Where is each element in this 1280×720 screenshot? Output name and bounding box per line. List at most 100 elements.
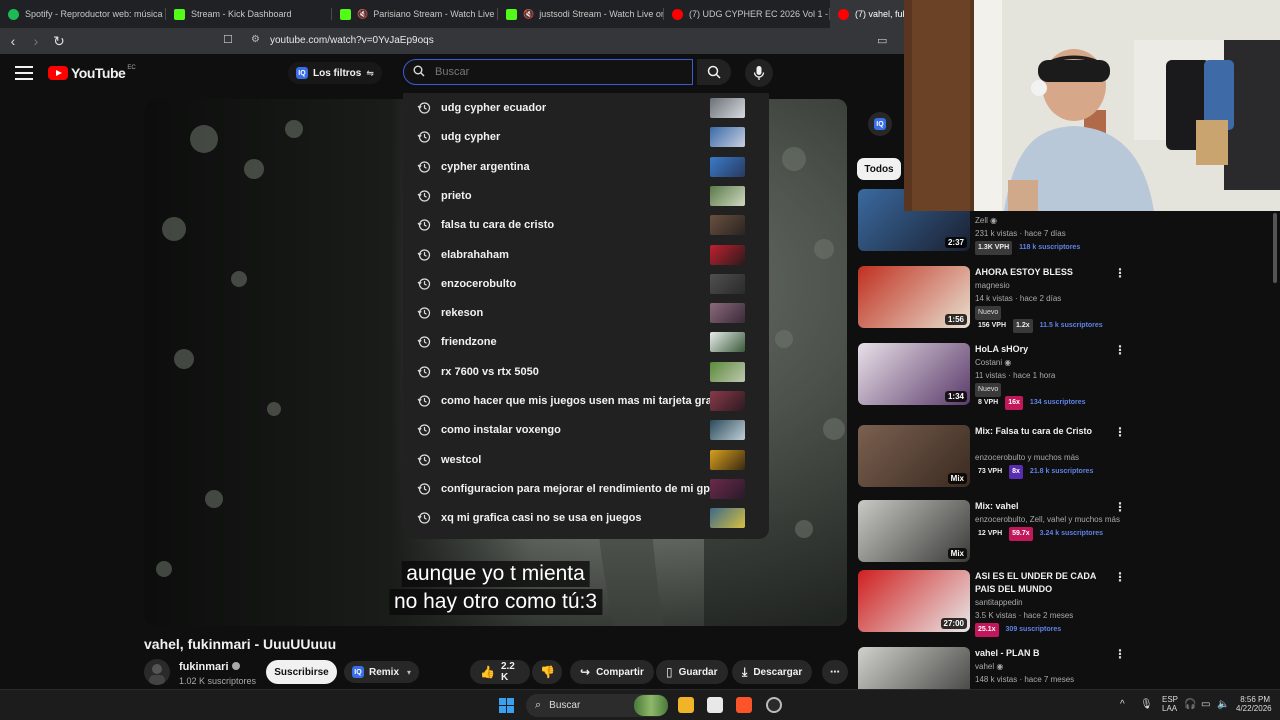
suggestion-item[interactable]: cypher argentina bbox=[403, 153, 769, 182]
suggestion-item[interactable]: udg cypher bbox=[403, 123, 769, 152]
history-icon bbox=[417, 278, 431, 290]
headset-icon[interactable]: 🎧 bbox=[1184, 699, 1196, 710]
recommendation-title[interactable]: ASI ES EL UNDER DE CADA PAIS DEL MUNDO bbox=[975, 570, 1110, 596]
suggestion-item[interactable]: configuracion para mejorar el rendimient… bbox=[403, 475, 769, 504]
recommendation-new: Nuevo bbox=[975, 306, 1002, 320]
recommendation-new: Nuevo bbox=[975, 383, 1002, 397]
duration-badge: Mix bbox=[947, 473, 967, 484]
suggestion-item[interactable]: udg cypher ecuador bbox=[403, 94, 769, 123]
more-options-icon[interactable]: ⋮ bbox=[1114, 266, 1126, 280]
suggestion-item[interactable]: xq mi grafica casi no se usa en juegos bbox=[403, 504, 769, 533]
steam-icon[interactable] bbox=[766, 697, 782, 713]
chevron-up-icon[interactable]: ^ bbox=[1120, 699, 1125, 710]
microphone-icon bbox=[753, 66, 765, 80]
webcam-image bbox=[904, 0, 1280, 211]
browser-tab[interactable]: 🔇 justsodi Stream - Watch Live on bbox=[498, 0, 664, 28]
file-explorer-icon[interactable] bbox=[678, 697, 694, 713]
more-actions-button[interactable]: ⋯ bbox=[822, 660, 848, 684]
bookmark-icon[interactable]: ☐ bbox=[223, 33, 233, 46]
recommendation-thumbnail[interactable]: 1:56 bbox=[858, 266, 970, 328]
tab-muted-icon[interactable]: 🔇 bbox=[357, 9, 368, 20]
reload-button[interactable]: ↻ bbox=[49, 31, 69, 51]
save-button[interactable]: ▯ Guardar bbox=[656, 660, 728, 684]
search-box[interactable] bbox=[403, 59, 693, 85]
browser-tab[interactable]: Spotify - Reproductor web: música p bbox=[0, 0, 166, 28]
suggestion-item[interactable]: enzocerobulto bbox=[403, 270, 769, 299]
browser-tab[interactable]: Stream - Kick Dashboard bbox=[166, 0, 332, 28]
more-options-icon[interactable]: ⋮ bbox=[1114, 500, 1126, 514]
store-icon[interactable] bbox=[707, 697, 723, 713]
more-options-icon[interactable]: ⋮ bbox=[1114, 570, 1126, 584]
network-icon[interactable]: ▭ bbox=[1201, 699, 1210, 710]
windows-start-icon[interactable] bbox=[499, 698, 514, 713]
subscriber-badge: 134 suscriptores bbox=[1029, 399, 1086, 406]
recommendation-thumbnail[interactable]: 1:34 bbox=[858, 343, 970, 405]
iq-extension-button[interactable]: IQ bbox=[868, 112, 892, 136]
forward-button[interactable]: › bbox=[26, 31, 46, 51]
search-button[interactable] bbox=[697, 59, 731, 85]
youtube-logo[interactable]: YouTube EC bbox=[48, 65, 136, 81]
tab-favicon-icon bbox=[506, 8, 517, 20]
suggestion-item[interactable]: rekeson bbox=[403, 299, 769, 328]
more-options-icon[interactable]: ⋮ bbox=[1114, 647, 1126, 661]
suggestion-text: xq mi grafica casi no se usa en juegos bbox=[441, 512, 642, 525]
suggestion-item[interactable]: como instalar voxengo bbox=[403, 416, 769, 445]
channel-avatar[interactable] bbox=[144, 659, 170, 685]
clock[interactable]: 8:56 PM 4/22/2026 bbox=[1236, 695, 1272, 713]
like-button[interactable]: 👍 2.2 K bbox=[470, 660, 530, 684]
dislike-button[interactable]: 👎 bbox=[532, 660, 562, 684]
recommendation-title[interactable]: vahel - PLAN B bbox=[975, 647, 1110, 660]
recommendation-thumbnail[interactable]: 27:00 bbox=[858, 570, 970, 632]
browser-tab[interactable]: (7) UDG CYPHER EC 2026 Vol 1 - You bbox=[664, 0, 830, 28]
recommendation-title[interactable]: AHORA ESTOY BLESS bbox=[975, 266, 1110, 279]
voice-search-button[interactable] bbox=[745, 59, 773, 87]
back-button[interactable]: ‹ bbox=[3, 31, 23, 51]
history-icon bbox=[417, 424, 431, 436]
suggestion-item[interactable]: elabrahaham bbox=[403, 241, 769, 270]
filters-button[interactable]: IQ Los filtros ⇋ bbox=[288, 62, 382, 84]
channel-name-text: enzocerobulto y muchos más bbox=[975, 453, 1080, 462]
more-options-icon[interactable]: ⋮ bbox=[1114, 425, 1126, 439]
iq-extension-icon: IQ bbox=[874, 118, 886, 130]
browser-tab[interactable]: 🔇 Parisiano Stream - Watch Live on bbox=[332, 0, 498, 28]
menu-icon[interactable] bbox=[15, 66, 33, 80]
recommendation-thumbnail[interactable]: Mix bbox=[858, 425, 970, 487]
search-input[interactable] bbox=[435, 66, 692, 78]
suggestion-item[interactable]: rx 7600 vs rtx 5050 bbox=[403, 358, 769, 387]
page-scrollbar[interactable] bbox=[1270, 211, 1280, 689]
suggestion-thumbnail bbox=[710, 508, 745, 529]
suggestion-item[interactable]: como hacer que mis juegos usen mas mi ta… bbox=[403, 387, 769, 416]
recommendation-title[interactable]: Mix: Falsa tu cara de Cristo bbox=[975, 425, 1110, 438]
tab-label: (7) UDG CYPHER EC 2026 Vol 1 - You bbox=[689, 9, 830, 19]
duration-badge: 27:00 bbox=[940, 618, 967, 629]
language-line-1: ESP bbox=[1162, 695, 1179, 704]
suggestion-item[interactable]: falsa tu cara de cristo bbox=[403, 211, 769, 240]
suggestion-text: friendzone bbox=[441, 336, 497, 349]
share-button[interactable]: ↪ Compartir bbox=[570, 660, 654, 684]
remix-button[interactable]: IQ Remix ▾ bbox=[344, 661, 420, 683]
site-info-icon[interactable]: ⚙ bbox=[251, 34, 260, 45]
channel-name[interactable]: fukinmari bbox=[179, 661, 240, 673]
taskbar-search[interactable]: ⌕ Buscar bbox=[526, 694, 668, 717]
recommendation-stats: 14 k vistas · hace 2 días bbox=[975, 293, 1061, 305]
download-button[interactable]: ⤓ Descargar bbox=[732, 660, 813, 684]
subscribe-button[interactable]: Suscribirse bbox=[266, 660, 337, 684]
brave-browser-icon[interactable] bbox=[736, 697, 752, 713]
chip-all[interactable]: Todos bbox=[857, 158, 901, 180]
language-indicator[interactable]: ESP LAA bbox=[1162, 695, 1178, 713]
suggestion-item[interactable]: westcol bbox=[403, 446, 769, 475]
microphone-tray-icon[interactable]: 🎙 bbox=[1140, 699, 1153, 710]
suggestion-item[interactable]: prieto bbox=[403, 182, 769, 211]
more-options-icon[interactable]: ⋮ bbox=[1114, 343, 1126, 357]
recommendation-title[interactable]: Mix: vahel bbox=[975, 500, 1110, 513]
recommendation-channel: Zell ◉ bbox=[975, 215, 997, 227]
recommendation-title[interactable]: HoLA sHOry bbox=[975, 343, 1110, 356]
tab-muted-icon[interactable]: 🔇 bbox=[523, 9, 534, 20]
search-suggestions: udg cypher ecuador udg cypher cypher argen… bbox=[403, 93, 769, 539]
volume-icon[interactable]: 🔈 bbox=[1217, 699, 1229, 710]
scrollbar-thumb[interactable] bbox=[1273, 213, 1277, 283]
url-field[interactable]: youtube.com/watch?v=0YvJaEp9oqs bbox=[270, 35, 434, 46]
cast-icon[interactable]: ▭ bbox=[877, 34, 887, 47]
recommendation-thumbnail[interactable]: Mix bbox=[858, 500, 970, 562]
suggestion-item[interactable]: friendzone bbox=[403, 328, 769, 357]
